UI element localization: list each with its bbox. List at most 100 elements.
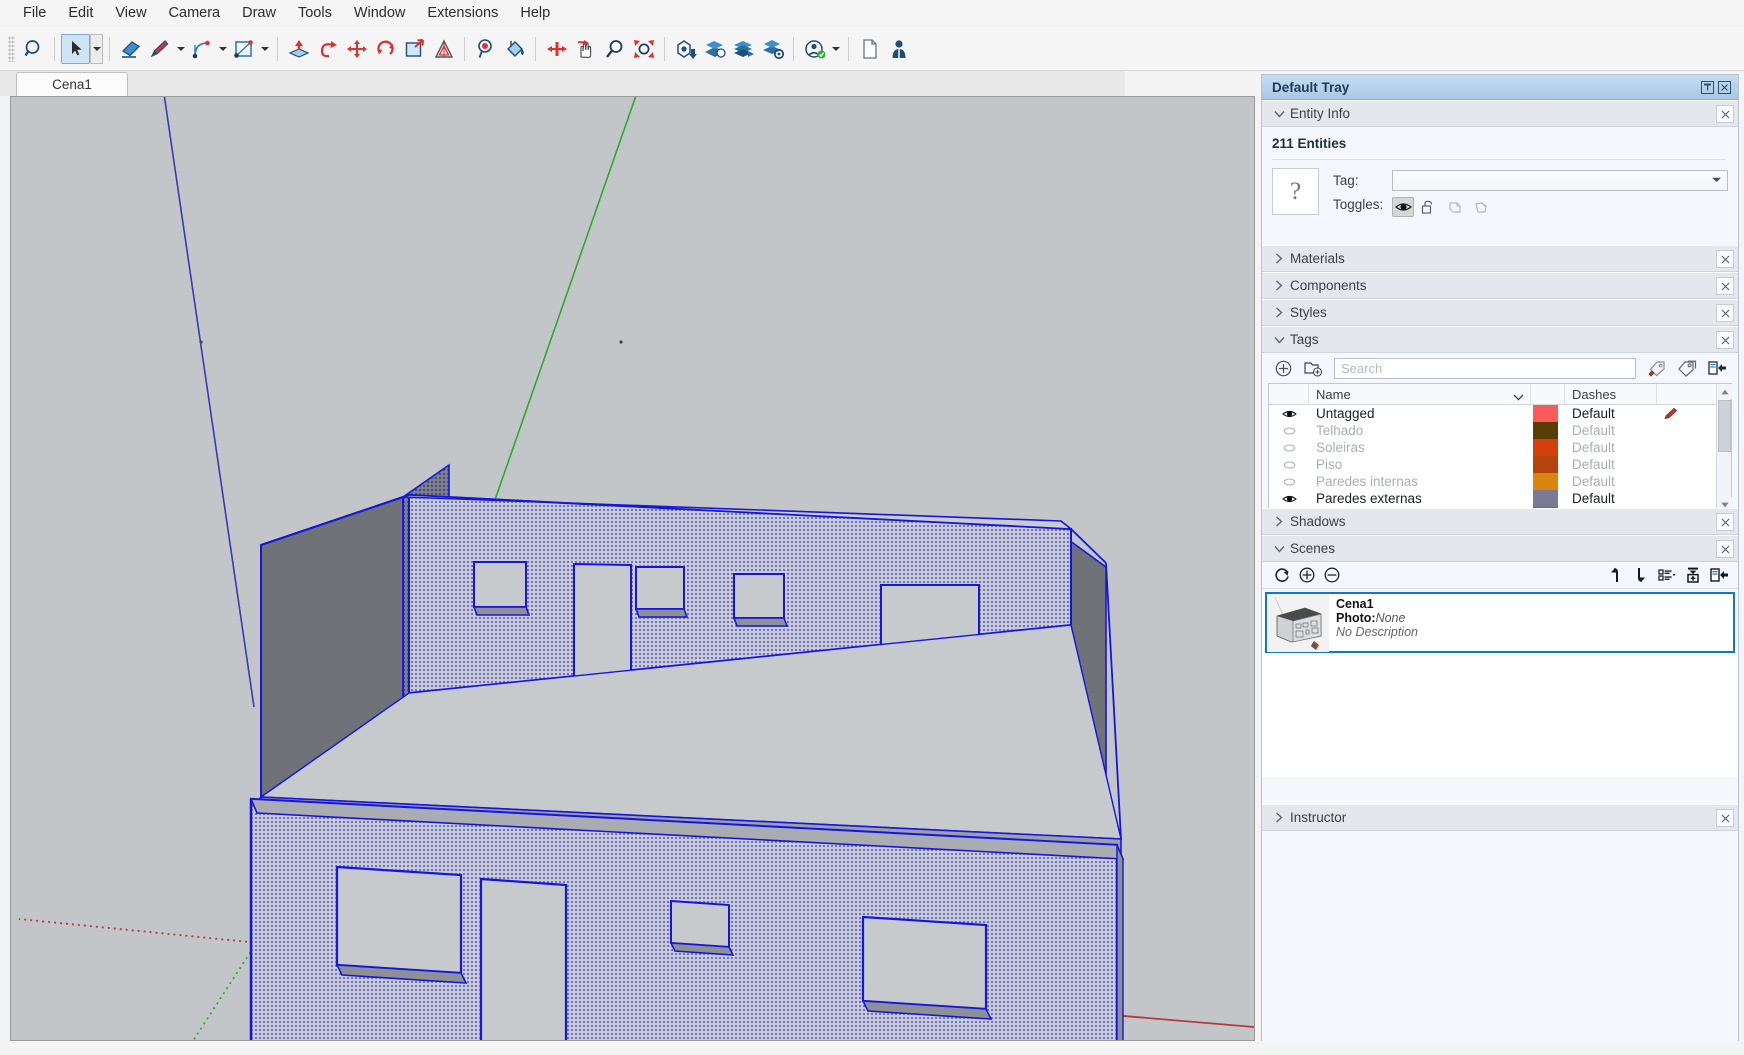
paint-bucket-icon[interactable] <box>500 34 529 64</box>
scale-icon[interactable] <box>400 34 429 64</box>
menu-item-edit[interactable]: Edit <box>57 2 104 25</box>
plus-circle-icon[interactable] <box>1268 355 1298 381</box>
arc-tool-dropdown[interactable] <box>216 34 229 64</box>
section-close-components[interactable] <box>1716 277 1734 295</box>
menu-item-file[interactable]: File <box>12 2 57 25</box>
eye-icon[interactable] <box>1269 494 1309 504</box>
section-header-entity-info[interactable]: Entity Info <box>1262 100 1738 127</box>
menu-item-draw[interactable]: Draw <box>231 2 287 25</box>
section-close-styles[interactable] <box>1716 304 1734 322</box>
tags-scrollbar[interactable] <box>1716 384 1732 512</box>
section-close-materials[interactable] <box>1716 250 1734 268</box>
new-folder-icon[interactable] <box>1298 355 1328 381</box>
line-tool-dropdown[interactable] <box>174 34 187 64</box>
eye-closed-icon[interactable] <box>1269 443 1309 453</box>
section-header-tags[interactable]: Tags <box>1262 326 1738 353</box>
section-header-shadows[interactable]: Shadows <box>1262 508 1738 535</box>
list-view-icon[interactable] <box>1655 564 1678 586</box>
table-row[interactable]: Soleiras Default <box>1269 439 1731 456</box>
tag-color-swatch[interactable] <box>1531 405 1565 422</box>
section-close-instructor[interactable] <box>1716 809 1734 827</box>
section-header-components[interactable]: Components <box>1262 272 1738 299</box>
offset-icon[interactable] <box>429 34 458 64</box>
list-item[interactable]: Cena1 Photo:None No Description <box>1265 592 1735 653</box>
scenes-list[interactable]: Cena1 Photo:None No Description <box>1262 592 1738 777</box>
column-visibility[interactable] <box>1269 384 1309 404</box>
select-arrow-icon[interactable] <box>61 33 90 64</box>
zoom-search-icon[interactable] <box>19 34 48 64</box>
toolbar-grip[interactable] <box>8 35 15 62</box>
arrow-down-curve-icon[interactable] <box>1629 564 1652 586</box>
column-color[interactable] <box>1531 384 1565 404</box>
eye-icon[interactable] <box>1392 197 1414 217</box>
layers-icon[interactable] <box>729 34 758 64</box>
scrollbar-thumb[interactable] <box>1718 400 1731 452</box>
details-flyout-icon[interactable] <box>1707 564 1730 586</box>
table-row[interactable]: Untagged Default <box>1269 405 1731 422</box>
tags-icon[interactable] <box>1672 355 1702 381</box>
close-icon[interactable] <box>1716 79 1733 96</box>
eye-closed-icon[interactable] <box>1269 426 1309 436</box>
dimension-icon[interactable] <box>542 34 571 64</box>
eraser-icon[interactable] <box>116 34 145 64</box>
menu-item-view[interactable]: View <box>104 2 157 25</box>
menu-item-extensions[interactable]: Extensions <box>416 2 509 25</box>
column-dashes[interactable]: Dashes <box>1565 384 1657 404</box>
tag-color-swatch[interactable] <box>1531 439 1565 456</box>
rectangle-tool-dropdown[interactable] <box>258 34 271 64</box>
new-doc-icon[interactable] <box>855 34 884 64</box>
styles-icon[interactable] <box>758 34 787 64</box>
tag-dashes[interactable]: Default <box>1565 406 1657 421</box>
account-icon[interactable] <box>800 34 829 64</box>
tag-dashes[interactable]: Default <box>1565 423 1657 438</box>
section-close-scenes[interactable] <box>1716 540 1734 558</box>
pushpull-icon[interactable] <box>284 34 313 64</box>
select-tool-dropdown[interactable] <box>90 33 103 64</box>
tag-dashes[interactable]: Default <box>1565 474 1657 489</box>
document-tab-cena1[interactable]: Cena1 <box>16 72 128 96</box>
menu-item-camera[interactable]: Camera <box>158 2 232 25</box>
tag-color-swatch[interactable] <box>1531 473 1565 490</box>
menu-item-tools[interactable]: Tools <box>287 2 343 25</box>
section-plane-icon[interactable] <box>700 34 729 64</box>
arc-icon[interactable] <box>187 34 216 64</box>
table-row[interactable]: Piso Default <box>1269 456 1731 473</box>
model-info-icon[interactable] <box>671 34 700 64</box>
rotate-icon[interactable] <box>371 34 400 64</box>
tag-dashes[interactable]: Default <box>1565 491 1657 506</box>
followme-icon[interactable] <box>313 34 342 64</box>
minus-circle-icon[interactable] <box>1320 564 1343 586</box>
eye-closed-icon[interactable] <box>1269 477 1309 487</box>
arrow-up-curve-icon[interactable] <box>1603 564 1626 586</box>
table-row[interactable]: Paredes internas Default <box>1269 473 1731 490</box>
scroll-up-arrow-icon[interactable] <box>1717 384 1732 399</box>
details-flyout-icon[interactable] <box>1702 355 1732 381</box>
scene-box-icon[interactable] <box>1681 564 1704 586</box>
column-name[interactable]: Name <box>1309 384 1531 404</box>
move-icon[interactable] <box>342 34 371 64</box>
rectangle-icon[interactable] <box>229 34 258 64</box>
table-row[interactable]: Paredes externas Default <box>1269 490 1731 507</box>
unlocked-padlock-icon[interactable] <box>1418 197 1440 217</box>
eye-closed-icon[interactable] <box>1269 460 1309 470</box>
orbit-hand-icon[interactable] <box>571 34 600 64</box>
chevron-down-icon[interactable] <box>1513 389 1524 404</box>
pin-icon[interactable] <box>1699 79 1716 96</box>
section-header-styles[interactable]: Styles <box>1262 299 1738 326</box>
section-close-entity-info[interactable] <box>1716 105 1734 123</box>
refresh-icon[interactable] <box>1270 564 1293 586</box>
model-viewport[interactable] <box>10 96 1255 1041</box>
tags-search-box[interactable] <box>1334 357 1636 379</box>
tag-dashes[interactable]: Default <box>1565 440 1657 455</box>
user-badge-icon[interactable] <box>884 34 913 64</box>
receive-shadow-icon[interactable] <box>1444 197 1466 217</box>
zoom-magnifier-icon[interactable] <box>600 34 629 64</box>
tag-color-swatch[interactable] <box>1531 422 1565 439</box>
plus-circle-icon[interactable] <box>1295 564 1318 586</box>
section-header-materials[interactable]: Materials <box>1262 245 1738 272</box>
section-header-instructor[interactable]: Instructor <box>1262 804 1738 831</box>
model-canvas[interactable] <box>11 97 1254 1040</box>
tag-select[interactable] <box>1392 169 1728 191</box>
tape-measure-icon[interactable] <box>471 34 500 64</box>
table-row[interactable]: Telhado Default <box>1269 422 1731 439</box>
